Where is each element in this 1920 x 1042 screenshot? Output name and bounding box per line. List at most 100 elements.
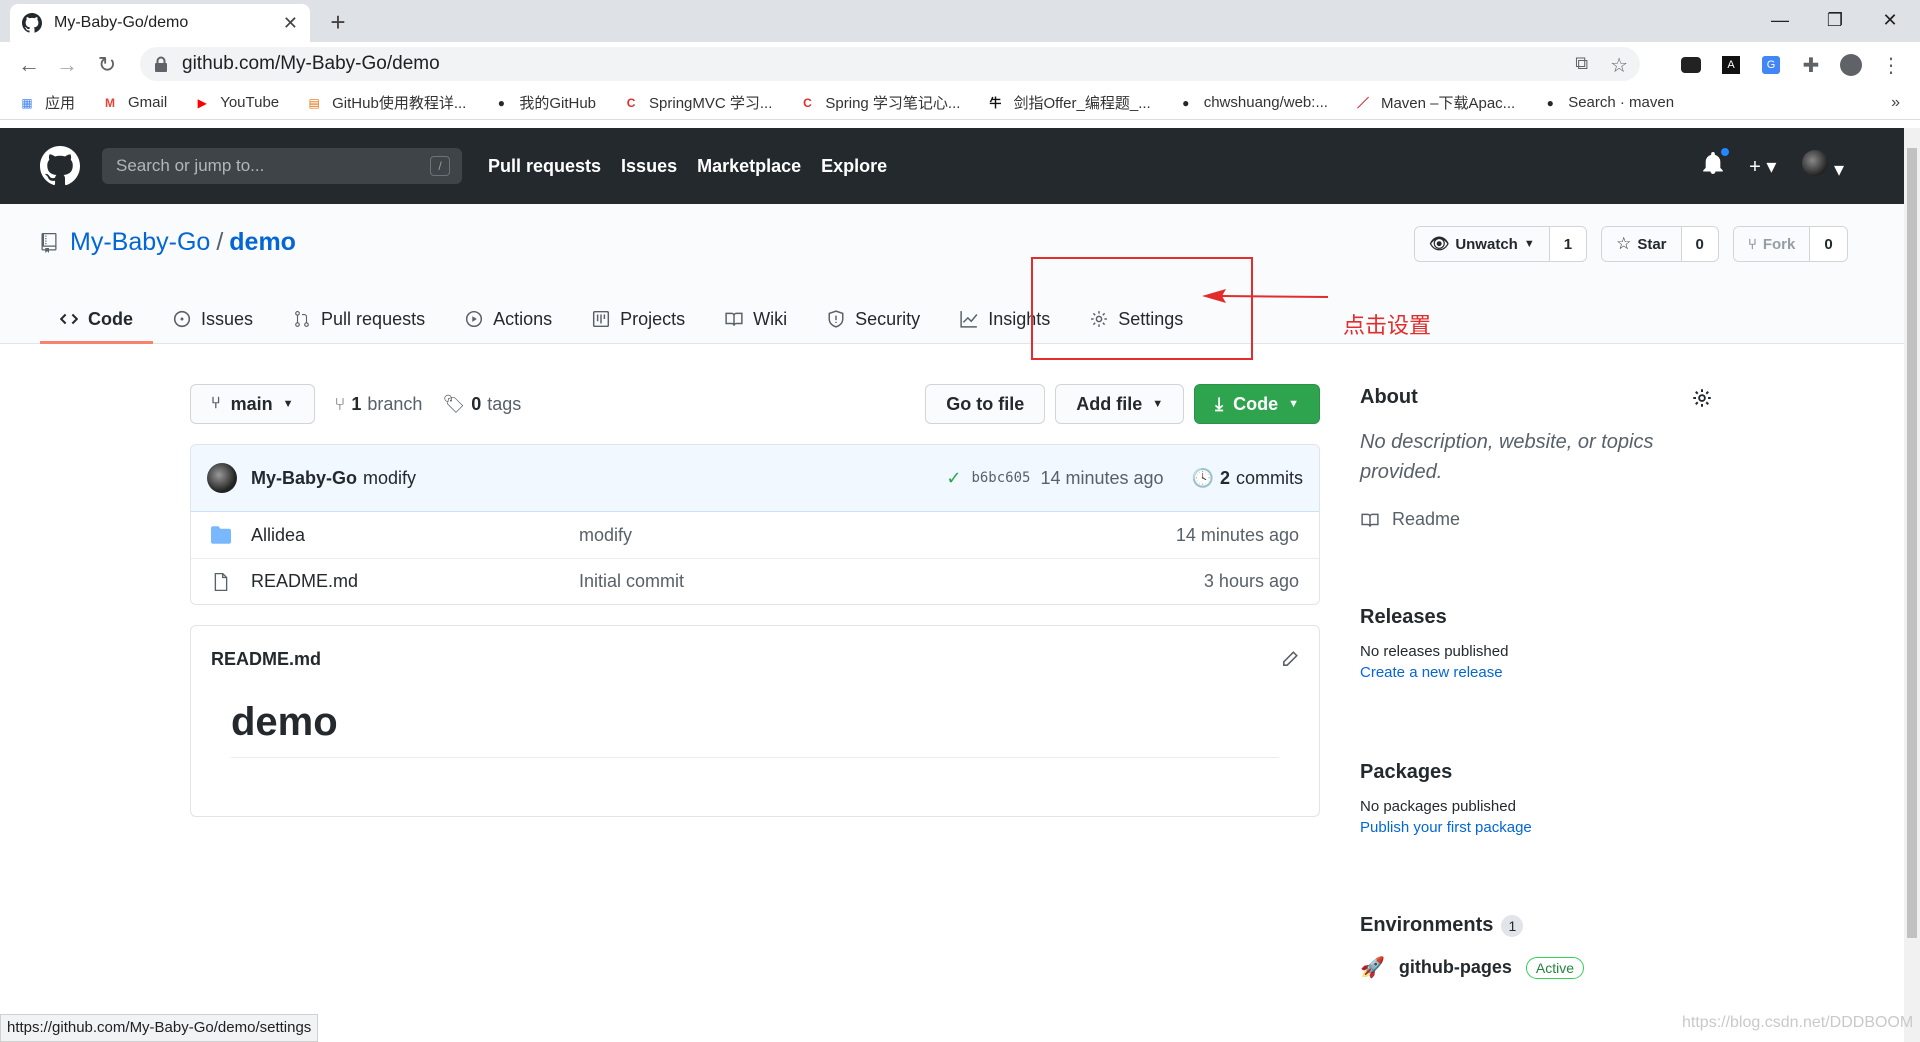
commits-link[interactable]: 🕓 2 commits xyxy=(1192,468,1303,489)
header-actions: + ▾ ▾ xyxy=(1703,146,1844,182)
commit-message[interactable]: modify xyxy=(363,468,416,489)
publish-package-link[interactable]: Publish your first package xyxy=(1360,819,1712,836)
extension-icon[interactable] xyxy=(1680,54,1702,76)
add-file-button[interactable]: Add file ▼ xyxy=(1055,384,1185,424)
tab-issues[interactable]: Issues xyxy=(153,294,273,344)
file-commit-message[interactable]: modify xyxy=(579,525,1176,546)
nav-pull-requests[interactable]: Pull requests xyxy=(488,156,601,177)
file-commit-message[interactable]: Initial commit xyxy=(579,571,1204,592)
nav-marketplace[interactable]: Marketplace xyxy=(697,156,801,177)
star-button[interactable]: ☆ Star xyxy=(1602,227,1681,261)
tab-projects[interactable]: Projects xyxy=(572,294,705,344)
forward-button[interactable]: → xyxy=(52,50,82,80)
tab-label: Projects xyxy=(620,308,686,329)
bookmark-item[interactable]: ● 我的GitHub xyxy=(492,92,596,113)
doc-icon: ▤ xyxy=(308,95,320,110)
puzzle-icon[interactable]: ✚ xyxy=(1800,54,1822,77)
file-row[interactable]: Allidea modify 14 minutes ago xyxy=(191,512,1319,558)
bookmark-item[interactable]: ▤ GitHub使用教程详... xyxy=(305,92,466,113)
browser-tab[interactable]: My-Baby-Go/demo ✕ xyxy=(10,4,310,42)
bookmark-item[interactable]: ▦ 应用 xyxy=(18,92,75,113)
bookmark-item[interactable]: C Spring 学习笔记心... xyxy=(798,92,960,113)
branches-link[interactable]: ⑂ 1 branch xyxy=(335,394,423,415)
environment-item[interactable]: 🚀 github-pages Active xyxy=(1360,955,1712,980)
back-button[interactable]: ← xyxy=(14,50,44,80)
nav-explore[interactable]: Explore xyxy=(821,156,887,177)
about-title: About xyxy=(1360,386,1418,408)
commit-meta: ✓ b6bc605 14 minutes ago 🕓 2 commits xyxy=(946,468,1303,489)
nowcoder-icon: 牛 xyxy=(989,96,1002,110)
bookmark-item[interactable]: ● chwshuang/web:... xyxy=(1177,94,1328,112)
commit-author[interactable]: My-Baby-Go xyxy=(251,468,357,489)
avatar[interactable] xyxy=(207,463,237,493)
bookmark-item[interactable]: M Gmail xyxy=(101,94,167,112)
file-row[interactable]: README.md Initial commit 3 hours ago xyxy=(191,558,1319,604)
reload-button[interactable]: ↻ xyxy=(92,50,122,80)
tab-pull-requests[interactable]: Pull requests xyxy=(273,294,445,344)
annotation-arrow-icon xyxy=(1202,289,1329,303)
tab-wiki[interactable]: Wiki xyxy=(705,294,807,344)
environments-title[interactable]: Environments 1 xyxy=(1360,914,1712,937)
page-scrollbar[interactable] xyxy=(1904,128,1920,1042)
address-bar[interactable]: github.com/My-Baby-Go/demo ⧉ ☆ xyxy=(140,47,1640,81)
bookmark-item[interactable]: ● Search · maven xyxy=(1541,94,1675,112)
bookmark-star-icon[interactable]: ☆ xyxy=(1610,53,1628,78)
star-count[interactable]: 0 xyxy=(1680,227,1718,261)
translate-extension-icon[interactable]: G xyxy=(1760,54,1782,76)
extension-icon[interactable]: A xyxy=(1720,54,1742,76)
translate-icon[interactable]: ⧉ xyxy=(1575,53,1588,78)
tags-link[interactable]: 🏷 0 tags xyxy=(442,394,521,415)
profile-icon[interactable] xyxy=(1840,54,1862,76)
pencil-icon[interactable] xyxy=(1281,650,1299,668)
github-logo-icon[interactable] xyxy=(40,146,80,186)
status-badge: Active xyxy=(1525,956,1585,979)
commit-sha[interactable]: b6bc605 xyxy=(971,470,1030,486)
repo-name-link[interactable]: demo xyxy=(229,228,296,257)
notifications-bell-icon[interactable] xyxy=(1703,146,1732,180)
repo-icon xyxy=(41,232,57,253)
watch-button[interactable]: 👁 Unwatch ▼ xyxy=(1415,227,1549,261)
packages-title[interactable]: Packages xyxy=(1360,761,1712,784)
tab-security[interactable]: Security xyxy=(807,294,940,344)
nav-issues[interactable]: Issues xyxy=(621,156,677,177)
tab-close-icon[interactable]: ✕ xyxy=(283,13,298,34)
close-window-button[interactable]: ✕ xyxy=(1860,0,1920,40)
create-release-link[interactable]: Create a new release xyxy=(1360,664,1712,681)
project-icon xyxy=(593,310,610,328)
tab-code[interactable]: Code xyxy=(40,294,153,344)
readme-link[interactable]: Readme xyxy=(1360,509,1712,530)
gear-icon[interactable] xyxy=(1692,388,1712,408)
tab-actions[interactable]: Actions xyxy=(445,294,572,344)
bookmark-label: SpringMVC 学习... xyxy=(649,95,773,112)
branch-select-button[interactable]: ⑂ main ▼ xyxy=(190,384,315,424)
bookmark-item[interactable]: C SpringMVC 学习... xyxy=(622,92,773,113)
minimize-button[interactable]: — xyxy=(1750,0,1810,40)
repo-owner-link[interactable]: My-Baby-Go xyxy=(70,228,210,257)
bookmark-item[interactable]: ／ Maven –下载Apac... xyxy=(1354,92,1515,113)
github-search-input[interactable]: Search or jump to... / xyxy=(102,148,462,184)
star-button-group[interactable]: ☆ Star 0 xyxy=(1601,226,1719,262)
bookmark-item[interactable]: 牛剑指Offer_编程题_... xyxy=(986,92,1150,113)
fork-count[interactable]: 0 xyxy=(1809,227,1847,261)
csdn-icon: C xyxy=(626,95,636,110)
fork-button[interactable]: ⑂ Fork xyxy=(1733,227,1810,261)
restore-button[interactable]: ❐ xyxy=(1805,0,1865,40)
bookmarks-overflow-icon[interactable]: » xyxy=(1891,94,1900,112)
scrollbar-thumb[interactable] xyxy=(1907,148,1917,938)
readme-body: demo xyxy=(191,692,1319,766)
browser-menu-icon[interactable]: ⋮ xyxy=(1880,54,1902,77)
file-name[interactable]: Allidea xyxy=(251,525,579,546)
new-tab-button[interactable]: + xyxy=(322,6,354,38)
releases-title[interactable]: Releases xyxy=(1360,606,1712,629)
file-name[interactable]: README.md xyxy=(251,571,579,592)
watch-button-group[interactable]: 👁 Unwatch ▼ 1 xyxy=(1414,226,1588,262)
github-nav: Pull requests Issues Marketplace Explore xyxy=(488,156,887,177)
watch-count[interactable]: 1 xyxy=(1548,227,1587,261)
fork-button-group[interactable]: ⑂ Fork 0 xyxy=(1732,226,1848,262)
csdn-icon: C xyxy=(803,95,812,110)
user-menu[interactable]: ▾ xyxy=(1802,150,1844,182)
bookmark-item[interactable]: ▶ YouTube xyxy=(193,94,280,112)
create-new-menu[interactable]: + ▾ xyxy=(1749,154,1776,179)
go-to-file-button[interactable]: Go to file xyxy=(925,384,1046,424)
code-download-button[interactable]: ⤓ Code ▼ xyxy=(1194,384,1320,424)
